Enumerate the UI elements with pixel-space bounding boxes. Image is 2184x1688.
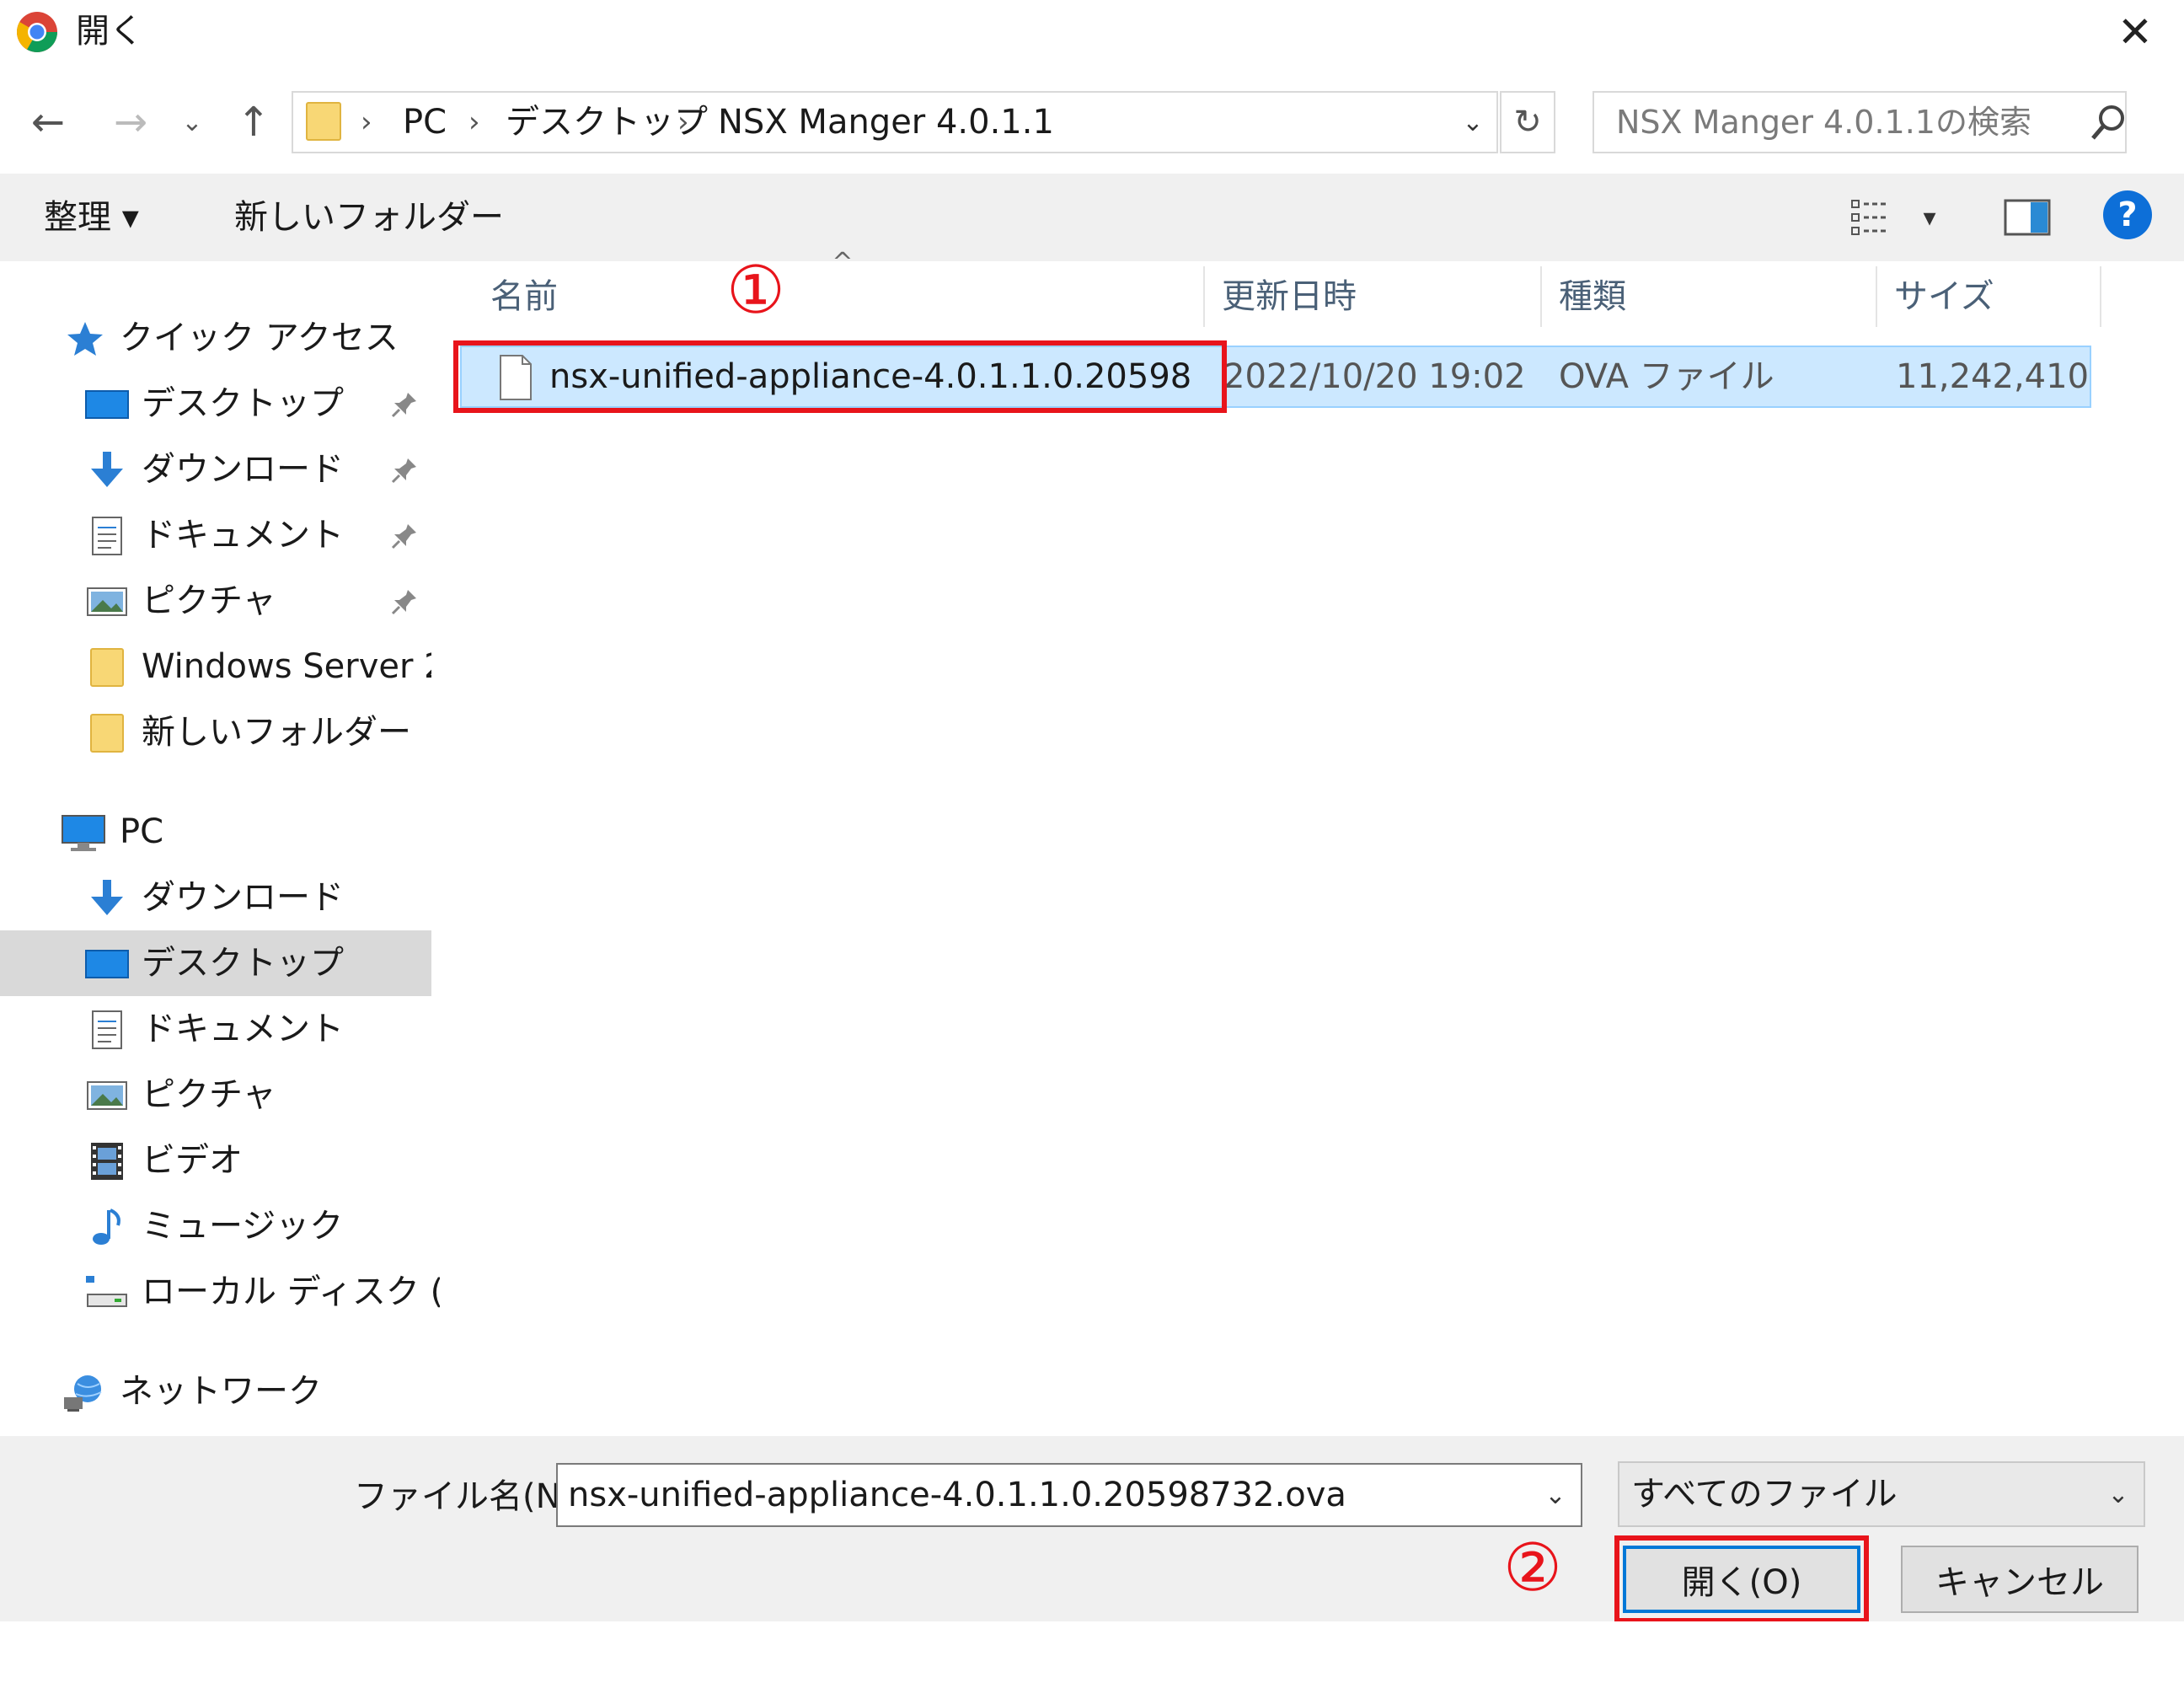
- column-header-type[interactable]: 種類: [1559, 266, 1871, 327]
- annotation-marker-2: ②: [1503, 1530, 1562, 1606]
- file-modified-cell: 2022/10/20 19:02: [1223, 357, 1526, 396]
- download-arrow-icon: [84, 878, 130, 919]
- nav-label: ネットワーク: [120, 1372, 322, 1411]
- organize-button[interactable]: 整理 ▾: [44, 190, 139, 244]
- chrome-icon: [15, 10, 59, 54]
- breadcrumb-pc[interactable]: PC: [403, 94, 447, 150]
- nav-label: ピクチャ: [142, 581, 276, 620]
- recent-locations-button[interactable]: ⌄: [175, 93, 209, 152]
- nav-quick-windows-server[interactable]: Windows Server 201: [0, 634, 431, 699]
- cancel-button[interactable]: キャンセル: [1901, 1546, 2138, 1613]
- column-divider[interactable]: [1876, 266, 1877, 327]
- window-title: 開く: [76, 12, 143, 51]
- pin-icon: [389, 587, 420, 617]
- folder-icon: [84, 647, 130, 688]
- nav-label: ダウンロード: [142, 450, 344, 489]
- nav-pc-local-disk[interactable]: ローカル ディスク (C:): [0, 1259, 491, 1325]
- pin-icon: [389, 455, 420, 485]
- nav-pc-pictures[interactable]: ピクチャ: [0, 1062, 431, 1128]
- nav-pc-videos[interactable]: ビデオ: [0, 1128, 431, 1193]
- nav-quick-new-folder[interactable]: 新しいフォルダー: [0, 699, 431, 765]
- column-divider[interactable]: [1540, 266, 1542, 327]
- nav-label: ローカル ディスク (C:): [142, 1273, 492, 1311]
- preview-pane-icon[interactable]: [2002, 196, 2053, 239]
- filetype-dropdown[interactable]: ⌄: [2095, 1466, 2142, 1522]
- annotation-highlight-file: [453, 340, 1227, 413]
- title-bar: [0, 0, 2184, 64]
- desktop-icon: [84, 384, 130, 425]
- filename-dropdown[interactable]: ⌄: [1532, 1466, 1579, 1524]
- column-header-name[interactable]: 名前: [490, 266, 1198, 327]
- nav-label: デスクトップ: [142, 384, 344, 423]
- nav-label: PC: [120, 812, 164, 851]
- view-dropdown[interactable]: ▾: [1911, 194, 1948, 241]
- nav-label: ピクチャ: [142, 1075, 276, 1114]
- pin-icon: [389, 389, 420, 420]
- music-note-icon: [84, 1207, 130, 1247]
- column-divider[interactable]: [1203, 266, 1205, 327]
- nav-label: ダウンロード: [142, 878, 344, 917]
- nav-label: デスクトップ: [142, 944, 344, 983]
- film-icon: [84, 1141, 130, 1182]
- forward-button[interactable]: →: [106, 93, 155, 152]
- column-header-size[interactable]: サイズ: [1894, 266, 2096, 327]
- column-divider[interactable]: [2100, 266, 2101, 327]
- nav-label: クイック アクセス: [120, 319, 399, 357]
- background: [0, 1621, 2184, 1688]
- nav-pc-desktop[interactable]: デスクトップ: [0, 930, 431, 996]
- nav-quick-downloads[interactable]: ダウンロード: [0, 437, 431, 502]
- nav-pc-downloads[interactable]: ダウンロード: [0, 865, 431, 930]
- annotation-highlight-open: [1614, 1535, 1869, 1623]
- annotation-marker-1: ①: [726, 253, 785, 329]
- desktop-icon: [84, 944, 130, 984]
- folder-icon: [305, 99, 342, 143]
- nav-label: 新しいフォルダー: [142, 713, 411, 752]
- document-icon: [84, 1010, 130, 1050]
- pictures-icon: [84, 1075, 130, 1116]
- star-icon: [64, 319, 110, 359]
- filename-label: ファイル名(N):: [354, 1477, 586, 1516]
- nav-label: ミュージック: [142, 1207, 344, 1246]
- address-dropdown[interactable]: ⌄: [1449, 94, 1496, 150]
- nav-quick-desktop[interactable]: デスクトップ: [0, 371, 431, 437]
- view-options-icon[interactable]: [1847, 194, 1894, 241]
- close-button[interactable]: ✕: [2106, 5, 2164, 59]
- nav-pc-music[interactable]: ミュージック: [0, 1193, 431, 1259]
- help-icon[interactable]: ?: [2103, 190, 2152, 239]
- breadcrumb-nsx-manager[interactable]: NSX Manger 4.0.1.1: [718, 94, 1054, 150]
- nav-label: ドキュメント: [142, 516, 344, 555]
- nav-quick-access[interactable]: クイック アクセス: [0, 305, 431, 371]
- download-arrow-icon: [84, 450, 130, 490]
- up-button[interactable]: ↑: [229, 93, 278, 152]
- file-type-cell: OVA ファイル: [1559, 357, 1774, 396]
- refresh-button[interactable]: ↻: [1500, 91, 1555, 153]
- document-icon: [84, 516, 130, 556]
- file-list: [440, 261, 2184, 1436]
- nav-pc[interactable]: PC: [0, 799, 431, 865]
- nav-label: Windows Server 201: [142, 647, 431, 686]
- nav-pc-documents[interactable]: ドキュメント: [0, 996, 431, 1062]
- breadcrumb-separator: ›: [468, 105, 480, 139]
- pin-icon: [389, 521, 420, 551]
- nav-network[interactable]: ネットワーク: [0, 1358, 431, 1424]
- breadcrumb-separator: ›: [677, 105, 689, 139]
- drive-icon: [84, 1273, 130, 1313]
- nav-quick-documents[interactable]: ドキュメント: [0, 502, 431, 568]
- search-icon[interactable]: [2088, 98, 2130, 147]
- nav-label: ドキュメント: [142, 1010, 344, 1048]
- file-size-cell: 11,242,410 ...: [1896, 357, 2090, 396]
- filetype-value: すべてのファイル: [1631, 1475, 1898, 1514]
- network-icon: [61, 1372, 106, 1412]
- search-placeholder: NSX Manger 4.0.1.1の検索: [1616, 104, 2031, 141]
- nav-label: ビデオ: [142, 1141, 243, 1180]
- folder-icon: [84, 713, 130, 753]
- nav-quick-pictures[interactable]: ピクチャ: [0, 568, 431, 634]
- filename-input[interactable]: [556, 1463, 1582, 1527]
- computer-icon: [61, 812, 106, 853]
- pictures-icon: [84, 581, 130, 622]
- back-button[interactable]: ←: [24, 93, 72, 152]
- column-header-modified[interactable]: 更新日時: [1222, 266, 1534, 327]
- new-folder-button[interactable]: 新しいフォルダー: [234, 190, 504, 244]
- breadcrumb-separator: ›: [361, 105, 372, 139]
